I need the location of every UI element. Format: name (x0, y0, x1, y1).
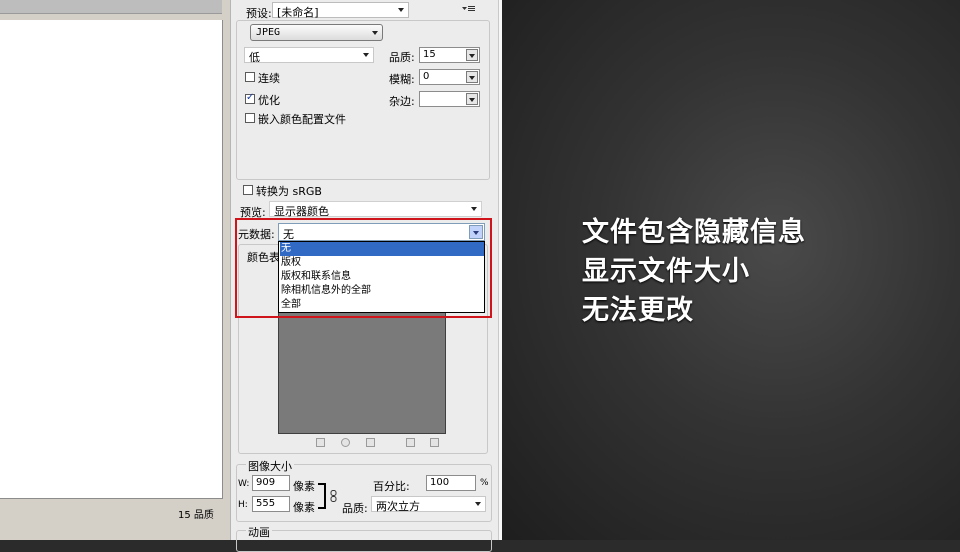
height-label: H: (238, 500, 248, 510)
embed-profile-label: 嵌入颜色配置文件 (258, 113, 346, 126)
quality-input[interactable]: 15 (419, 47, 480, 63)
embed-profile-checkbox[interactable] (245, 113, 255, 123)
convert-srgb-label: 转换为 sRGB (256, 185, 322, 198)
chevron-down-icon[interactable] (466, 71, 478, 83)
height-unit: 像素 (293, 501, 315, 514)
chevron-down-icon (471, 207, 477, 211)
quality-preset-select[interactable]: 低 (244, 47, 374, 64)
width-unit: 像素 (293, 480, 315, 493)
percent-value: 100 (430, 477, 450, 488)
metadata-option[interactable]: 版权和联系信息 (280, 270, 484, 284)
quality-preset-value: 低 (249, 51, 260, 64)
metadata-option[interactable]: 无 (280, 242, 484, 256)
height-value: 555 (256, 498, 276, 509)
new-color-icon[interactable] (406, 438, 415, 447)
blur-value: 0 (423, 71, 430, 82)
document-tab-bar (0, 0, 222, 14)
status-quality: 15 品质 (178, 510, 214, 521)
matte-label: 杂边: (389, 95, 415, 108)
format-value: JPEG (256, 27, 281, 38)
metadata-option[interactable]: 除相机信息外的全部 (280, 284, 484, 298)
trash-icon[interactable] (430, 438, 439, 447)
matte-select[interactable] (419, 91, 480, 107)
animation-title: 动画 (246, 524, 272, 540)
metadata-option-list: 无 版权 版权和联系信息 除相机信息外的全部 全部 (278, 241, 485, 313)
web-shift-icon[interactable] (341, 438, 350, 447)
percent-unit: % (480, 478, 489, 488)
preset-select[interactable]: [未命名] (272, 2, 409, 19)
progressive-label: 连续 (258, 72, 280, 85)
annotation-line: 无法更改 (582, 295, 694, 326)
chevron-down-icon (398, 8, 404, 12)
resample-select[interactable]: 两次立方 (371, 496, 486, 513)
blur-label: 模糊: (389, 73, 415, 86)
metadata-label: 元数据: (238, 228, 275, 241)
optimized-checkbox[interactable] (245, 92, 255, 104)
width-value: 909 (256, 477, 276, 488)
map-colors-icon[interactable] (316, 438, 325, 447)
lock-color-icon[interactable] (366, 438, 375, 447)
chevron-down-icon (372, 31, 378, 35)
percent-input[interactable]: 100 (426, 475, 476, 491)
height-input[interactable]: 555 (252, 496, 290, 512)
resample-value: 两次立方 (376, 500, 420, 513)
metadata-select[interactable]: 无 (278, 223, 485, 241)
constrain-bracket (318, 483, 326, 509)
animation-group (236, 530, 492, 552)
percent-label: 百分比: (373, 480, 410, 493)
optimized-label: 优化 (258, 94, 280, 107)
quality-label: 品质: (389, 51, 415, 64)
preset-value: [未命名] (277, 6, 319, 19)
width-label: W: (238, 479, 250, 489)
blur-input[interactable]: 0 (419, 69, 480, 85)
width-input[interactable]: 909 (252, 475, 290, 491)
panel-menu-icon[interactable] (462, 4, 476, 14)
chevron-down-icon[interactable] (466, 49, 478, 61)
metadata-value: 无 (283, 228, 294, 241)
metadata-option[interactable]: 版权 (280, 256, 484, 270)
annotation-line: 文件包含隐藏信息 (582, 217, 806, 248)
annotation-line: 显示文件大小 (582, 256, 750, 287)
resample-label: 品质: (342, 502, 368, 515)
metadata-option[interactable]: 全部 (280, 298, 484, 312)
chevron-down-icon[interactable] (469, 225, 483, 239)
quality-value: 15 (423, 49, 436, 60)
preview-select[interactable]: 显示器颜色 (269, 201, 482, 218)
document-canvas[interactable] (0, 20, 223, 499)
chevron-down-icon (475, 502, 481, 506)
image-size-title: 图像大小 (246, 458, 294, 474)
preview-value: 显示器颜色 (274, 205, 329, 218)
color-table-preview (278, 312, 446, 434)
chevron-down-icon (363, 53, 369, 57)
convert-srgb-checkbox[interactable] (243, 185, 253, 195)
link-icon[interactable] (330, 490, 337, 502)
progressive-checkbox[interactable] (245, 72, 255, 82)
chevron-down-icon[interactable] (466, 93, 478, 105)
format-select[interactable]: JPEG (250, 24, 383, 41)
preset-label: 预设: (246, 7, 272, 20)
